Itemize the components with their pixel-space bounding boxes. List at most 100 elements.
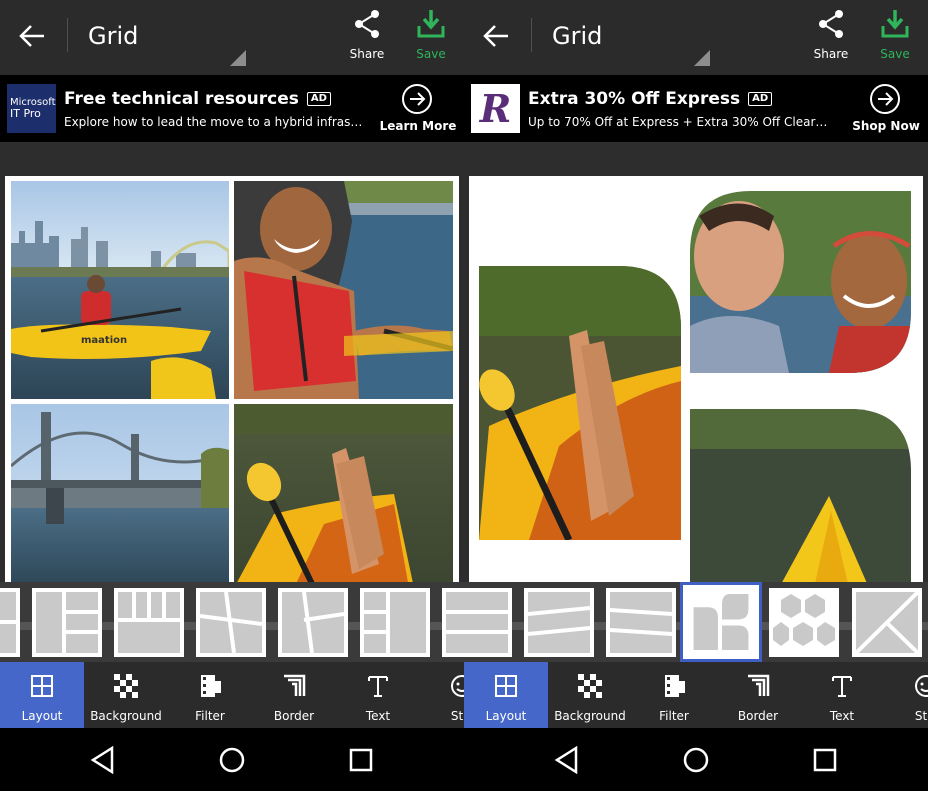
arrow-right-circle-icon xyxy=(402,84,432,114)
top-app-bar: Grid Share Save xyxy=(0,0,464,75)
layout-thumb-graphic xyxy=(464,592,508,653)
page-title: Grid xyxy=(88,22,139,50)
save-label: Save xyxy=(416,47,446,61)
layout-thumb-graphic xyxy=(118,592,180,653)
layout-thumb-rounded-selected[interactable] xyxy=(680,582,762,662)
collage-photo-legs[interactable] xyxy=(472,266,681,540)
nav-back-triangle-icon[interactable] xyxy=(88,745,118,775)
layout-thumb-3[interactable] xyxy=(114,588,184,657)
tool-background[interactable]: Background xyxy=(548,662,632,728)
nav-back-triangle-icon[interactable] xyxy=(552,745,582,775)
left-screen: Grid Share Save Microsoft IT Pro Free te… xyxy=(0,0,464,791)
nav-recents-square-icon[interactable] xyxy=(810,745,840,775)
tool-filter[interactable]: Filter xyxy=(168,662,252,728)
text-t-icon xyxy=(832,676,852,697)
layout-thumb-6[interactable] xyxy=(360,588,430,657)
layout-thumb-graphic xyxy=(773,594,835,646)
top-app-bar: Grid Share Save xyxy=(464,0,928,75)
tool-background[interactable]: Background xyxy=(84,662,168,728)
tool-filter[interactable]: Filter xyxy=(632,662,716,728)
collage-photo-kayak-bow[interactable] xyxy=(690,409,911,588)
sticker-smiley-icon xyxy=(915,675,928,697)
layout-thumb-1[interactable] xyxy=(464,588,512,657)
ad-description: Explore how to lead the move to a hybrid… xyxy=(64,115,364,129)
layout-thumb-graphic xyxy=(446,592,464,653)
checker-background-icon xyxy=(114,674,138,698)
tool-border[interactable]: Border xyxy=(716,662,800,728)
filter-film-icon xyxy=(201,675,221,697)
back-arrow-icon[interactable] xyxy=(478,18,514,54)
layout-grid-icon xyxy=(31,675,53,697)
nav-home-circle-icon[interactable] xyxy=(681,745,711,775)
tool-sticker[interactable]: Stic xyxy=(884,662,928,728)
share-label: Share xyxy=(813,47,849,61)
rakuten-r-logo: R xyxy=(471,84,520,133)
layout-thumb-5[interactable] xyxy=(278,588,348,657)
share-label: Share xyxy=(349,47,385,61)
share-button[interactable]: Share xyxy=(337,6,397,68)
layout-thumb-2[interactable] xyxy=(32,588,102,657)
collage-canvas[interactable]: maation xyxy=(5,176,459,588)
nav-home-circle-icon[interactable] xyxy=(217,745,247,775)
layout-thumb-hexagon[interactable] xyxy=(769,588,839,657)
page-title: Grid xyxy=(552,22,603,50)
ad-learn-more-button[interactable]: Learn More xyxy=(376,83,460,139)
filter-film-icon xyxy=(665,675,685,697)
layout-thumb-graphic xyxy=(693,594,749,650)
save-button[interactable]: Save xyxy=(401,6,461,68)
ad-badge: AD xyxy=(748,92,773,106)
layout-thumb-diagonal[interactable] xyxy=(852,588,922,657)
back-arrow-icon[interactable] xyxy=(14,18,50,54)
sticker-smiley-icon xyxy=(451,675,464,697)
ad-badge: AD xyxy=(306,92,331,106)
share-button[interactable]: Share xyxy=(801,6,861,68)
layout-thumb-graphic xyxy=(36,592,98,653)
save-download-icon xyxy=(417,10,445,38)
collage-photo-legs-kayak[interactable] xyxy=(234,404,453,588)
svg-text:maation: maation xyxy=(81,335,127,346)
ad-description: Up to 70% Off at Express + Extra 30% Off… xyxy=(528,115,828,129)
tool-text[interactable]: Text xyxy=(800,662,884,728)
microsoft-itpro-logo: Microsoft IT Pro xyxy=(7,84,56,133)
tool-layout[interactable]: Layout xyxy=(464,662,548,728)
tool-border[interactable]: Border xyxy=(252,662,336,728)
layout-thumb-graphic xyxy=(364,592,426,653)
layout-thumb-4[interactable] xyxy=(196,588,266,657)
ad-title: Free technical resources AD xyxy=(64,89,331,109)
layout-thumb-graphic xyxy=(200,592,262,653)
save-download-icon xyxy=(881,10,909,38)
checker-background-icon xyxy=(578,674,602,698)
collage-photo-city-kayak[interactable]: maation xyxy=(11,181,229,399)
right-screen: Grid Share Save R Extra 30% Off Express A… xyxy=(464,0,928,791)
share-icon xyxy=(355,10,379,38)
title-dropdown-corner[interactable] xyxy=(230,50,246,66)
layout-grid-icon xyxy=(495,675,517,697)
title-dropdown-corner[interactable] xyxy=(694,50,710,66)
layout-thumb-graphic xyxy=(0,592,16,653)
border-icon xyxy=(284,674,306,696)
header-divider xyxy=(531,18,532,52)
collage-canvas[interactable] xyxy=(469,176,923,588)
tool-layout[interactable]: Layout xyxy=(0,662,84,728)
save-label: Save xyxy=(880,47,910,61)
border-icon xyxy=(748,674,770,696)
collage-photo-woman-vest[interactable] xyxy=(234,181,453,399)
layout-thumb-1[interactable] xyxy=(0,588,20,657)
save-button[interactable]: Save xyxy=(865,6,925,68)
nav-recents-square-icon[interactable] xyxy=(346,745,376,775)
tool-text[interactable]: Text xyxy=(336,662,420,728)
layout-thumb-7[interactable] xyxy=(442,588,464,657)
collage-photo-couple[interactable] xyxy=(690,191,911,373)
header-divider xyxy=(67,18,68,52)
ad-title: Extra 30% Off Express AD xyxy=(528,89,773,109)
tool-sticker[interactable]: Stic xyxy=(420,662,464,728)
text-t-icon xyxy=(368,676,388,697)
layout-thumb-graphic xyxy=(528,592,590,653)
rounded-collage xyxy=(472,191,911,588)
ad-shop-now-button[interactable]: Shop Now xyxy=(844,83,928,139)
layout-thumb-2[interactable] xyxy=(524,588,594,657)
layout-thumb-graphic xyxy=(282,592,344,653)
layout-thumb-graphic xyxy=(856,592,918,653)
collage-photo-bridge[interactable] xyxy=(11,404,229,588)
layout-thumb-3[interactable] xyxy=(606,588,676,657)
